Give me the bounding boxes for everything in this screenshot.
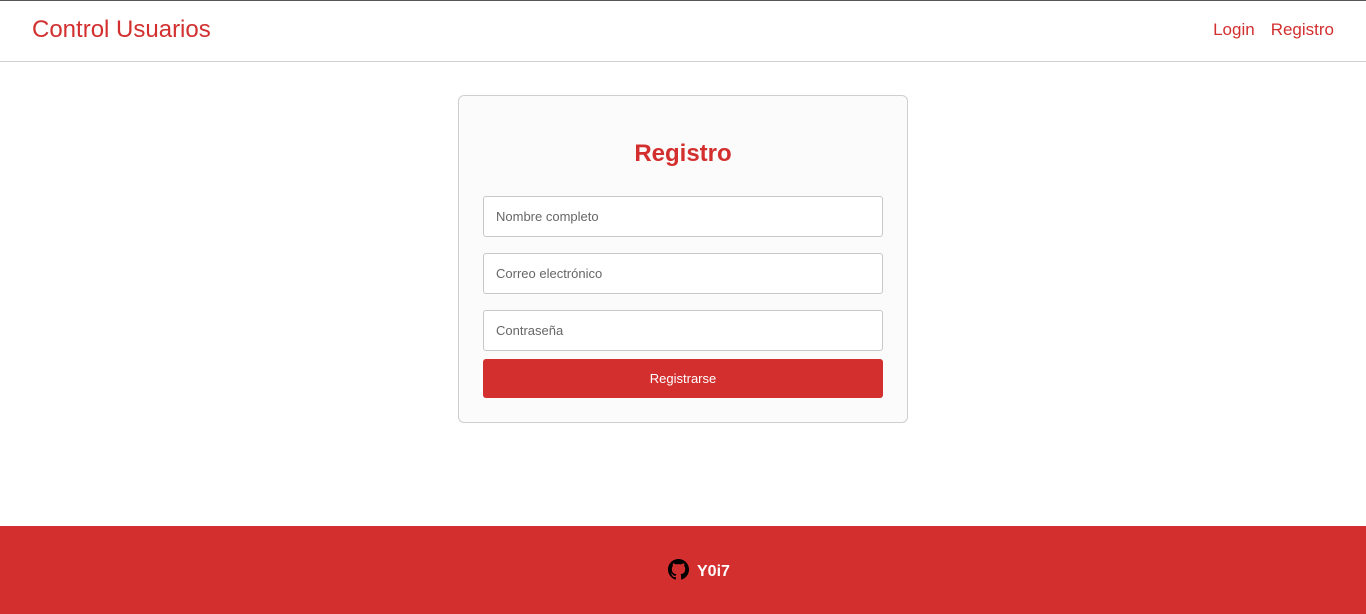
email-input[interactable] xyxy=(483,253,883,294)
github-username: Y0i7 xyxy=(697,563,730,580)
register-button[interactable]: Registrarse xyxy=(483,359,883,398)
brand-link[interactable]: Control Usuarios xyxy=(32,16,211,44)
top-navbar: Control Usuarios Login Registro xyxy=(0,1,1366,62)
github-profile-link[interactable]: Y0i7 xyxy=(668,558,730,581)
register-card: Registro Registrarse xyxy=(458,95,908,423)
github-icon xyxy=(668,559,689,580)
footer: Y0i7 xyxy=(0,526,1366,614)
full-name-input[interactable] xyxy=(483,196,883,237)
nav-registro-link[interactable]: Registro xyxy=(1271,20,1334,40)
nav-links: Login Registro xyxy=(1213,20,1334,40)
nav-login-link[interactable]: Login xyxy=(1213,20,1255,40)
register-title: Registro xyxy=(634,140,732,167)
password-input[interactable] xyxy=(483,310,883,351)
